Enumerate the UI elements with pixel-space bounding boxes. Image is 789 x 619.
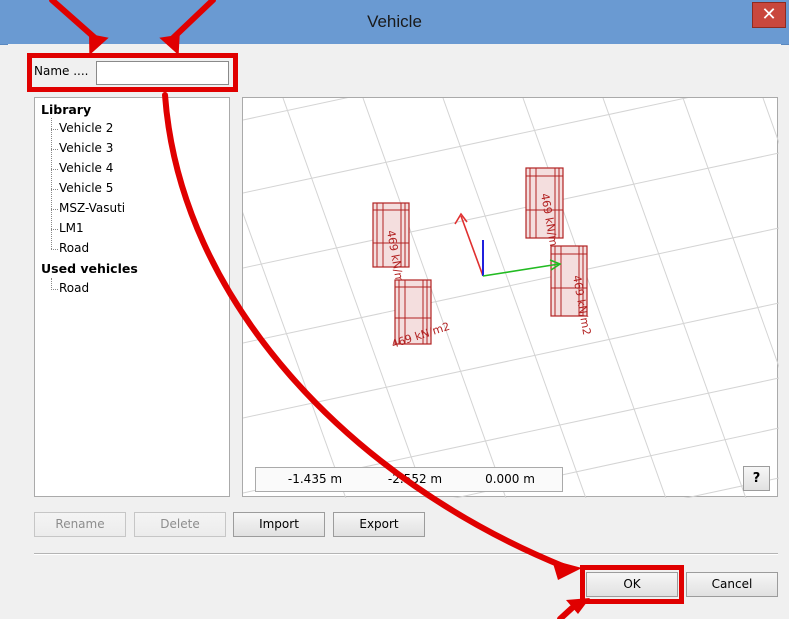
arrow-from-bottom — [557, 605, 575, 619]
arrow-curve-to-ok — [162, 92, 568, 570]
arrow-to-name-left — [49, 0, 98, 41]
arrow-to-name-right — [170, 0, 216, 41]
annotation-arrows — [49, 0, 590, 619]
